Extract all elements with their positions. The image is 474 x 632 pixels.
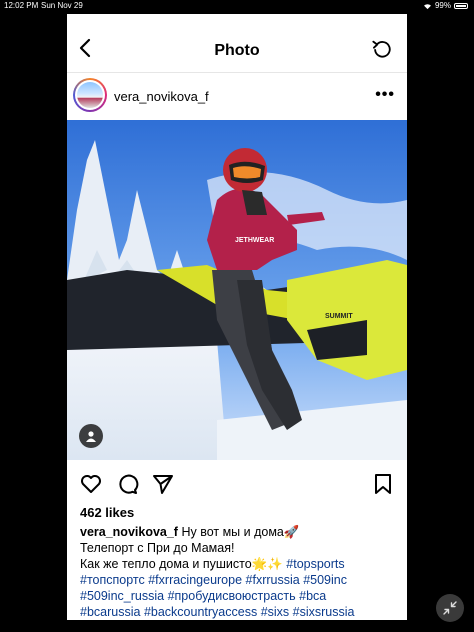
post-photo[interactable]: SUMMIT JETHWEAR bbox=[67, 120, 407, 460]
username[interactable]: vera_novikova_f bbox=[114, 89, 209, 104]
avatar[interactable] bbox=[73, 78, 107, 112]
svg-text:SUMMIT: SUMMIT bbox=[325, 313, 353, 320]
post-header: vera_novikova_f ••• bbox=[67, 74, 407, 120]
battery-percent: 99% bbox=[434, 1, 451, 10]
wifi-icon bbox=[423, 3, 431, 9]
page-title: Photo bbox=[214, 42, 260, 59]
hashtag[interactable]: #топспортс bbox=[80, 573, 145, 587]
hashtag[interactable]: #пробудисвоюстрасть bbox=[168, 589, 296, 603]
hashtag[interactable]: #509inc_russia bbox=[80, 589, 164, 603]
refresh-icon[interactable] bbox=[371, 38, 393, 60]
hashtag[interactable]: #fxrrussia bbox=[246, 573, 300, 587]
more-icon[interactable]: ••• bbox=[375, 86, 395, 104]
snowmobile-photo: SUMMIT JETHWEAR bbox=[67, 120, 407, 460]
post-actions bbox=[67, 468, 407, 498]
hashtag[interactable]: #topsports bbox=[286, 557, 344, 571]
hashtag[interactable]: #fxrracingeurope bbox=[148, 573, 242, 587]
hashtag[interactable]: #bca bbox=[299, 589, 326, 603]
status-date: Sun Nov 29 bbox=[41, 1, 83, 10]
comment-icon[interactable] bbox=[115, 472, 139, 496]
caption-text-3: Как же тепло дома и пушисто🌟✨ bbox=[80, 557, 287, 571]
hashtag[interactable]: #backcountryaccess bbox=[144, 605, 257, 619]
status-bar: 12:02 PM Sun Nov 29 99% bbox=[0, 0, 474, 12]
hashtag[interactable]: #sixs bbox=[261, 605, 289, 619]
photo-card: Photo vera_novikova_f ••• SUMMIT JETHWEA… bbox=[67, 14, 407, 620]
collapse-icon[interactable] bbox=[436, 594, 464, 622]
user-tag-icon[interactable] bbox=[79, 424, 103, 448]
nav-bar: Photo bbox=[67, 14, 407, 73]
caption-text-2: Телепорт с При до Мамая! bbox=[80, 541, 235, 555]
battery-icon bbox=[454, 3, 468, 9]
status-indicators: 99% bbox=[423, 0, 468, 12]
svg-text:JETHWEAR: JETHWEAR bbox=[235, 237, 274, 244]
bookmark-icon[interactable] bbox=[371, 472, 395, 496]
hashtag[interactable]: #509inc bbox=[303, 573, 347, 587]
caption-author[interactable]: vera_novikova_f bbox=[80, 525, 178, 539]
status-time: 12:02 PM bbox=[4, 1, 39, 10]
heart-icon[interactable] bbox=[79, 472, 103, 496]
caption-text-1: Ну вот мы и дома🚀 bbox=[177, 525, 300, 539]
share-icon[interactable] bbox=[151, 472, 175, 496]
likes-count[interactable]: 462 likes bbox=[80, 505, 134, 520]
hashtag[interactable]: #bcarussia bbox=[80, 605, 140, 619]
hashtag[interactable]: #sixsrussia bbox=[293, 605, 355, 619]
post-caption: vera_novikova_f Ну вот мы и дома🚀 Телепо… bbox=[80, 524, 398, 620]
